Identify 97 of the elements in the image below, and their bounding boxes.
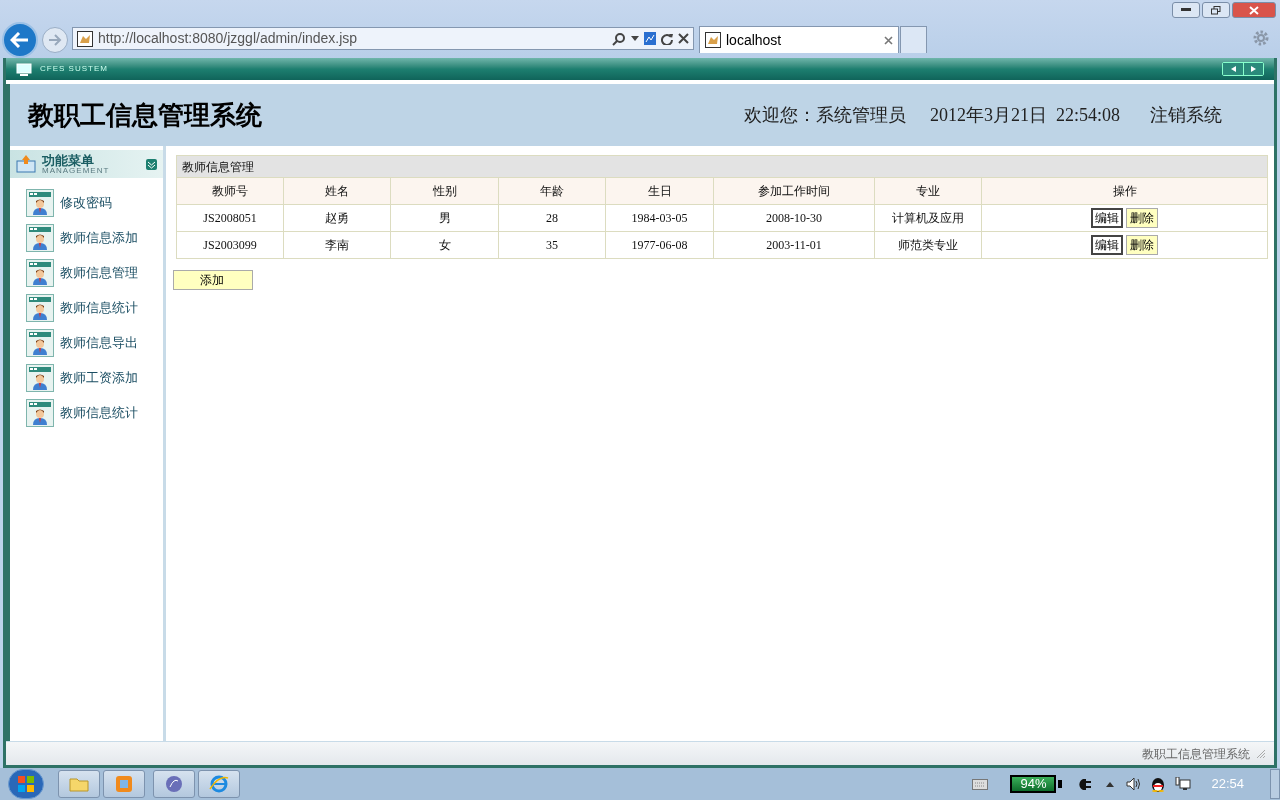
table-cell: 1984-03-05 [605, 204, 714, 232]
compatibility-icon[interactable] [644, 32, 656, 45]
collapse-icon[interactable] [146, 158, 157, 170]
user-card-icon [26, 329, 54, 357]
user-card-icon [26, 259, 54, 287]
start-button[interactable] [8, 769, 44, 799]
menu-item[interactable]: 修改密码 [26, 190, 163, 216]
menu-title: 功能菜单 [42, 153, 95, 167]
table-cell: JS2008051 [176, 204, 284, 232]
menu-item[interactable]: 教师信息管理 [26, 260, 163, 286]
table-cell: 1977-06-08 [605, 231, 714, 259]
menu-subtitle: MANAGEMENT [42, 166, 111, 175]
brand-text: CFES SUSTEM [40, 63, 109, 75]
taskbar-button[interactable] [198, 770, 240, 798]
page-icon [705, 32, 721, 48]
browser-tab[interactable]: localhost [699, 26, 899, 53]
left-triangle-icon [1230, 66, 1236, 72]
column-header: 年龄 [498, 177, 606, 205]
user-card-icon [26, 294, 54, 322]
taskbar-button[interactable] [153, 770, 195, 798]
monitor-icon [16, 62, 32, 76]
restore-icon [1211, 5, 1221, 15]
folder-icon [69, 776, 89, 792]
window-icon [115, 775, 133, 793]
taskbar-button[interactable] [103, 770, 145, 798]
system-title: 教职工信息管理系统 [28, 99, 263, 132]
delete-button[interactable]: 删除 [1126, 235, 1158, 255]
url-text: http://localhost:8080/jzggl/admin/index.jsp [98, 29, 359, 48]
table-cell: 男 [390, 204, 499, 232]
new-tab-button[interactable] [900, 26, 927, 53]
table-cell: 计算机及应用 [874, 204, 982, 232]
windows-logo-icon [17, 775, 35, 793]
user-card-icon [26, 364, 54, 392]
next-button[interactable] [1243, 63, 1263, 75]
close-icon [1249, 5, 1259, 15]
minimize-button[interactable] [1172, 2, 1200, 18]
menu-item[interactable]: 教师信息添加 [26, 225, 163, 251]
user-card-icon [26, 399, 54, 427]
right-triangle-icon [1251, 66, 1256, 72]
penguin-icon[interactable] [1151, 776, 1166, 792]
clock-text: 22:54 [1211, 775, 1244, 794]
column-header: 性别 [390, 177, 499, 205]
menu-item[interactable]: 教师信息统计 [26, 400, 163, 426]
menu-item[interactable]: 教师工资添加 [26, 365, 163, 391]
table-cell: 35 [498, 231, 606, 259]
column-header: 生日 [605, 177, 714, 205]
back-button[interactable] [2, 22, 38, 58]
panel-title: 教师信息管理 [176, 155, 1268, 178]
network-icon[interactable] [1175, 777, 1192, 791]
edit-button[interactable]: 编辑 [1091, 235, 1123, 255]
logout-link[interactable]: 注销系统 [1150, 101, 1222, 129]
table-cell: 赵勇 [283, 204, 391, 232]
edit-button[interactable]: 编辑 [1091, 208, 1123, 228]
table-cell: 师范类专业 [874, 231, 982, 259]
add-button[interactable]: 添加 [173, 270, 253, 290]
table-cell: 2003-11-01 [713, 231, 875, 259]
close-button[interactable] [1232, 2, 1276, 18]
menu-item[interactable]: 教师信息统计 [26, 295, 163, 321]
close-icon[interactable] [678, 33, 689, 44]
welcome-text: 欢迎您：系统管理员 [744, 103, 906, 127]
table-cell: 2008-10-30 [713, 204, 875, 232]
menu-item[interactable]: 教师信息导出 [26, 330, 163, 356]
forward-arrow-icon [48, 34, 62, 46]
date-time: 2012年3月21日 22:54:08 [930, 103, 1120, 127]
footer-text: 教职工信息管理系统 [1142, 745, 1250, 763]
column-header: 专业 [874, 177, 982, 205]
table-cell: 李南 [283, 231, 391, 259]
restore-button[interactable] [1202, 2, 1230, 18]
battery-meter: 94% [1010, 775, 1057, 793]
user-card-icon [26, 189, 54, 217]
caret-icon[interactable] [631, 36, 639, 41]
speaker-icon[interactable] [1126, 777, 1142, 791]
column-header: 操作 [981, 177, 1268, 205]
plug-icon[interactable] [1076, 777, 1093, 791]
refresh-icon[interactable] [661, 32, 673, 45]
close-icon[interactable] [884, 35, 893, 45]
table-cell: 女 [390, 231, 499, 259]
column-header: 姓名 [283, 177, 391, 205]
column-header: 教师号 [176, 177, 284, 205]
folder-icon [16, 155, 36, 173]
column-header: 参加工作时间 [713, 177, 875, 205]
disc-icon [165, 775, 183, 793]
back-arrow-icon [10, 32, 30, 48]
user-card-icon [26, 224, 54, 252]
taskbar-button[interactable] [58, 770, 100, 798]
minimize-icon [1181, 8, 1191, 12]
arrow-up-icon[interactable] [1106, 781, 1115, 787]
table-cell: 28 [498, 204, 606, 232]
delete-button[interactable]: 删除 [1126, 208, 1158, 228]
resize-grip-icon[interactable] [1256, 748, 1266, 759]
keyboard-icon[interactable] [972, 778, 989, 790]
search-icon[interactable] [612, 31, 626, 46]
page-icon [77, 30, 93, 47]
browser-icon [209, 775, 229, 793]
table-cell: JS2003099 [176, 231, 284, 259]
previous-button[interactable] [1223, 63, 1243, 75]
address-bar[interactable]: http://localhost:8080/jzggl/admin/index.jsp [72, 27, 694, 50]
